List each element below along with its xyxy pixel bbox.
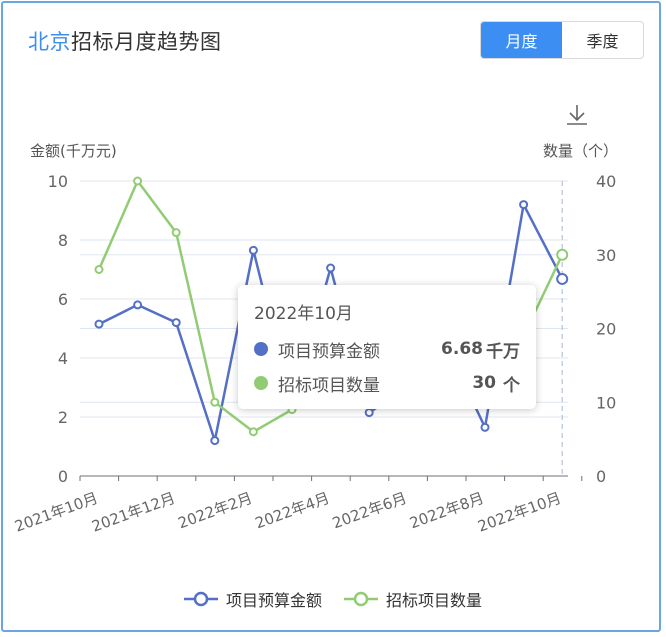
data-point-budget [171,318,181,328]
legend-count-line-icon [344,591,378,607]
data-point-count [556,248,569,261]
legend-budget-label: 项目预算金额 [225,591,322,610]
legend-item-budget[interactable]: 项目预算金额 [183,587,322,611]
y-left-axis-label: 金额(千万元) [30,142,117,160]
data-point-budget [133,300,143,310]
tooltip-row-value: 6.68 [441,339,483,359]
data-point-count [133,176,143,186]
tooltip-row-unit: 个 [503,375,520,396]
data-point-count [94,265,104,274]
y-right-axis-label: 数量（个） [543,142,618,160]
legend-budget-line-icon [183,591,218,607]
data-point-budget [94,319,104,329]
x-tick-label: 2021年10月 [12,489,100,536]
data-point-count [248,427,258,437]
data-point-budget [519,200,529,210]
y-left-tick-label: 2 [58,408,68,427]
y-left-tick-label: 0 [58,467,68,486]
y-right-tick-label: 40 [596,172,616,191]
x-tick-label: 2022年6月 [330,489,409,532]
tooltip-row-value: 30 [472,373,496,393]
budget-dot-icon [254,342,268,356]
y-left-tick-label: 6 [58,290,68,309]
y-right-tick-label: 30 [596,246,616,265]
legend-count-label: 招标项目数量 [386,591,483,610]
x-tick-label: 2022年2月 [176,489,255,532]
data-point-budget [556,272,569,285]
data-point-count [210,397,220,407]
y-right-tick-label: 10 [596,393,616,412]
data-point-budget [326,263,336,273]
tooltip-title: 2022年10月 [254,304,353,324]
x-tick-label: 2022年8月 [407,489,486,532]
data-point-count [171,228,181,238]
x-tick-label: 2021年12月 [89,489,177,536]
tooltip-row-name: 项目预算金额 [278,341,380,362]
tooltip-row-unit: 千万 [486,341,520,362]
y-left-tick-label: 10 [48,172,68,191]
tooltip: 2022年10月 项目预算金额 6.68 千万 招标项目数量 30 个 [238,285,536,409]
tooltip-row-name: 招标项目数量 [278,375,380,396]
legend-item-count[interactable]: 招标项目数量 [344,587,482,611]
x-tick-label: 2022年10月 [475,489,563,536]
legend: 项目预算金额 招标项目数量 [0,587,666,611]
y-right-tick-label: 20 [596,320,616,339]
x-tick-label: 2022年4月 [253,489,332,532]
tooltip-row-count: 招标项目数量 30 个 [254,366,520,400]
y-right-tick-label: 0 [596,467,606,486]
tooltip-row-budget: 项目预算金额 6.68 千万 [254,332,520,366]
data-point-budget [210,436,220,446]
y-left-tick-label: 8 [58,231,68,250]
count-dot-icon [254,376,268,390]
data-point-budget [480,422,490,432]
data-point-budget [364,408,374,418]
y-left-tick-label: 4 [58,349,68,368]
data-point-budget [248,245,258,255]
